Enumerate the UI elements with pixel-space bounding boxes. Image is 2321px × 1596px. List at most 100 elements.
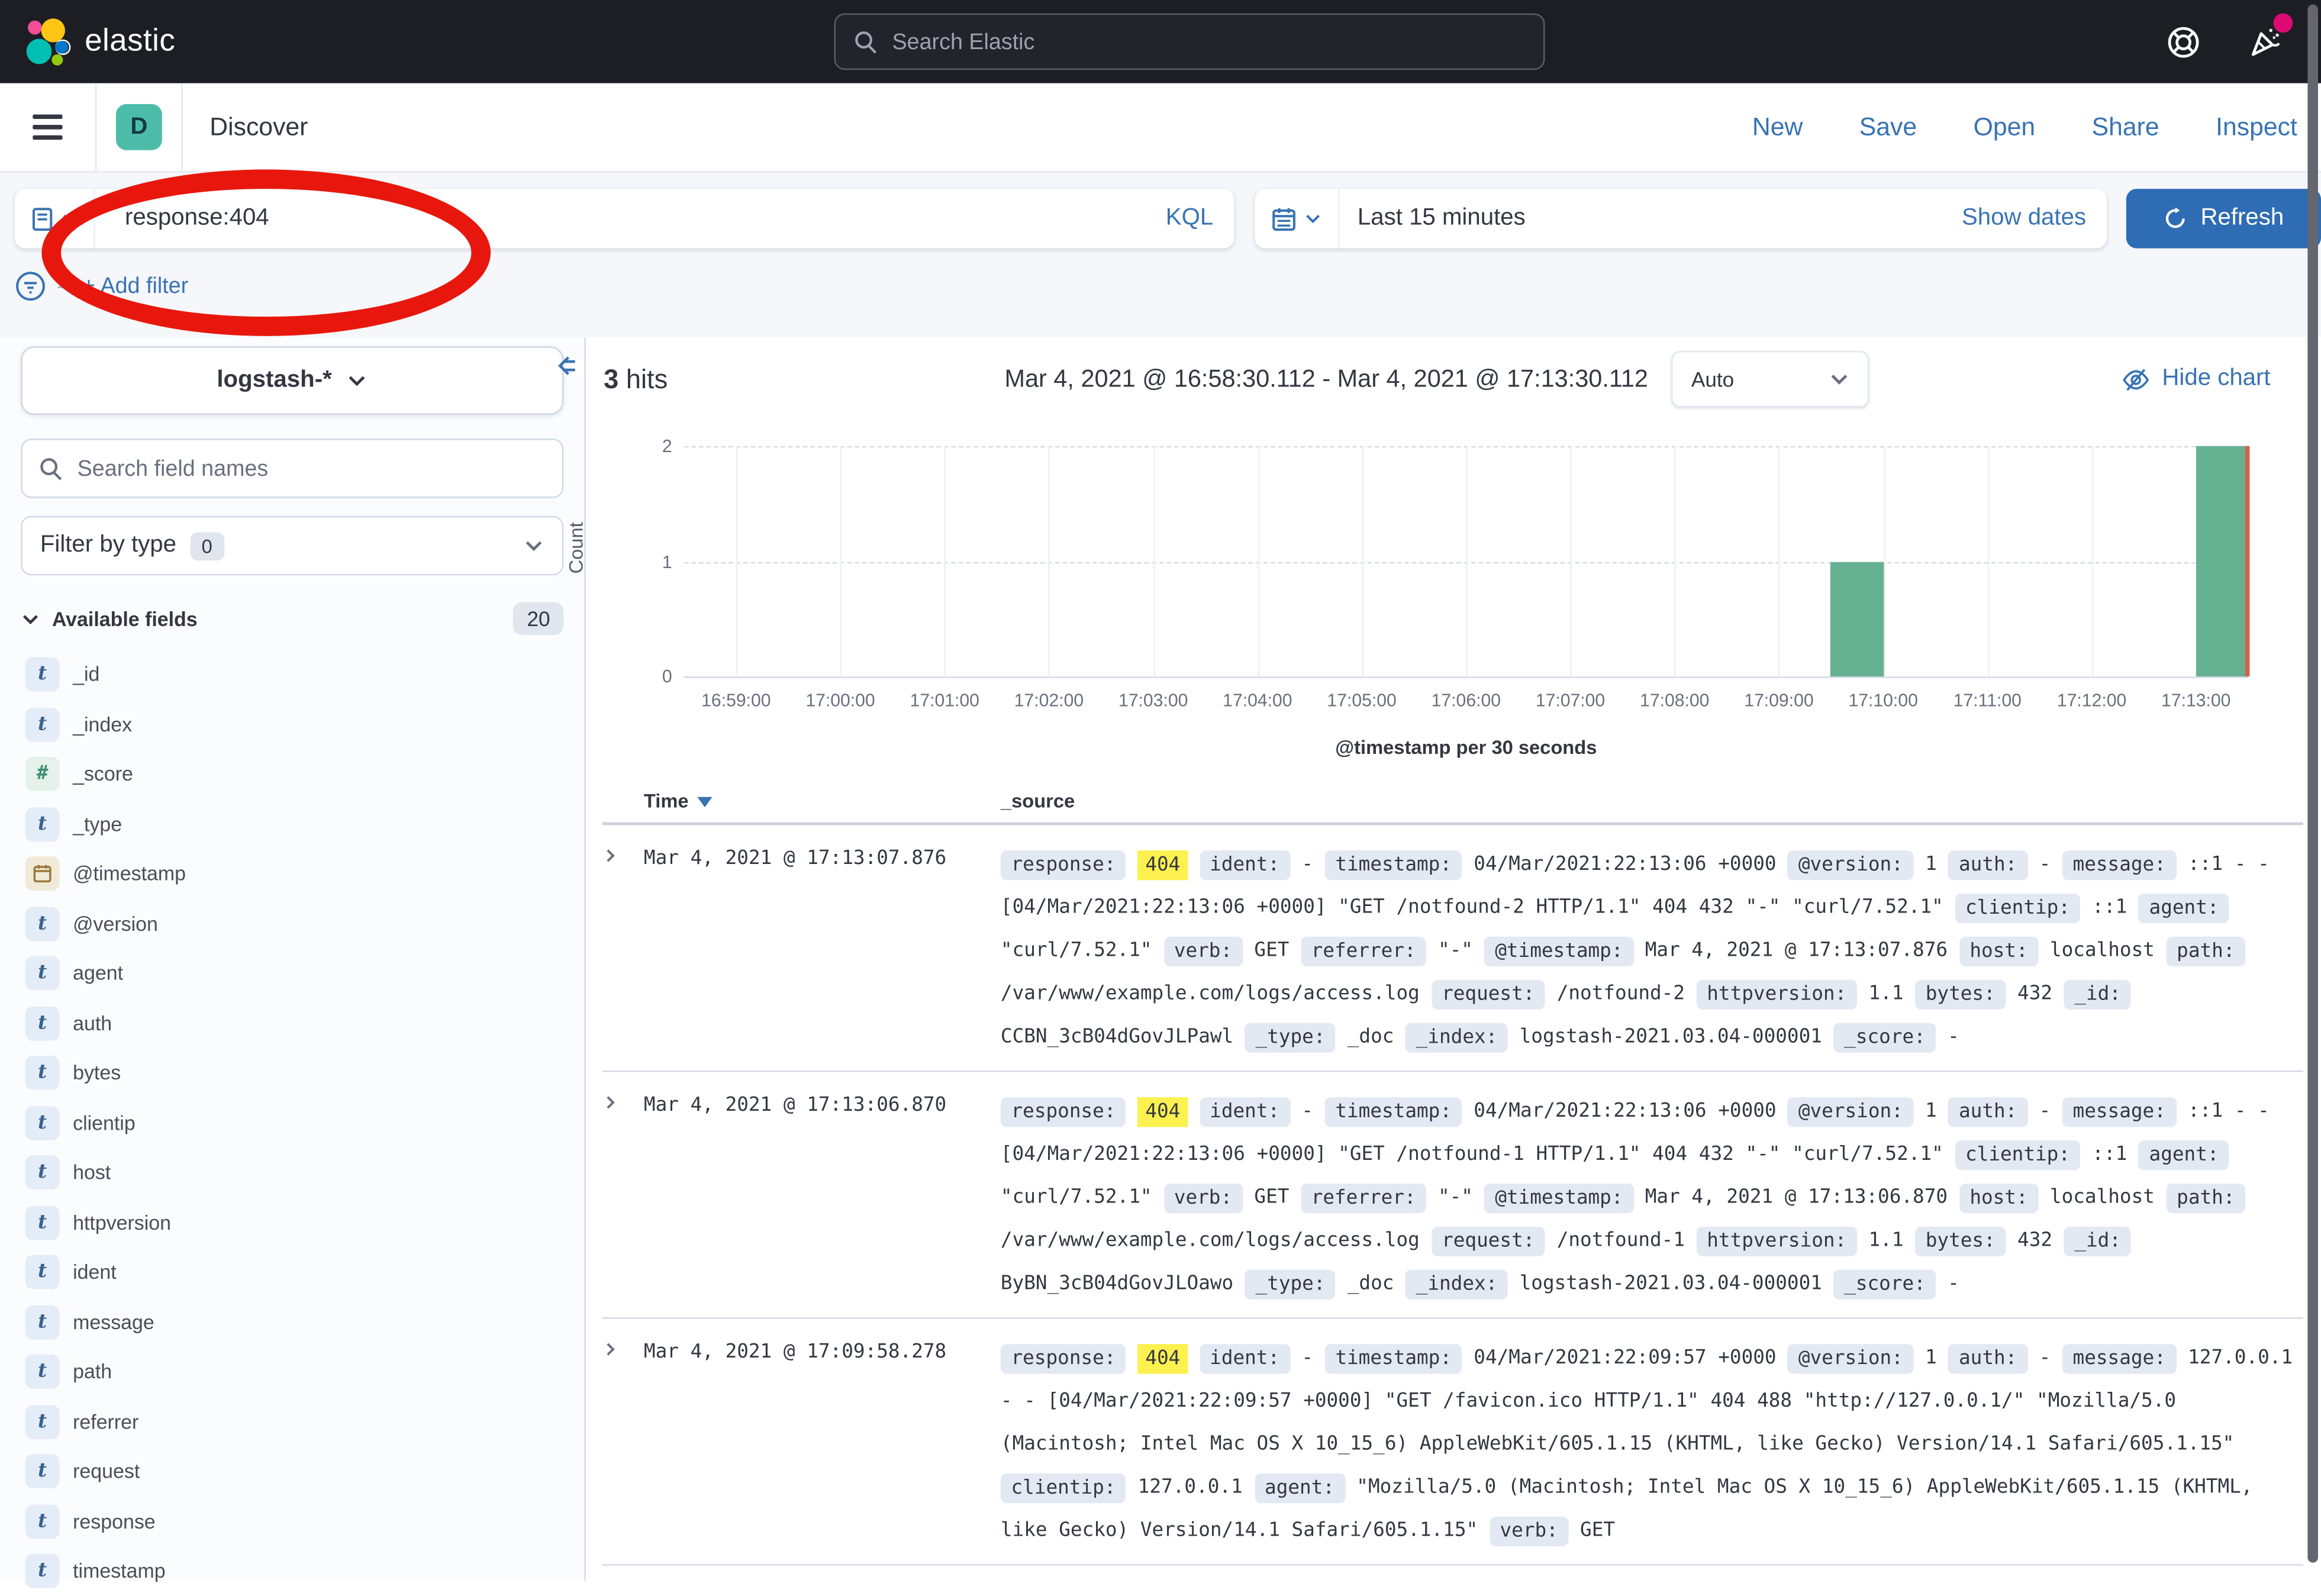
field-badge[interactable]: path: [2167, 936, 2246, 966]
field-badge[interactable]: verb: [1163, 1183, 1243, 1213]
field-badge[interactable]: _score: [1834, 1269, 1936, 1298]
collapse-sidebar-icon[interactable] [552, 352, 578, 379]
field-item-message[interactable]: tmessage [21, 1297, 563, 1347]
date-picker[interactable]: Last 15 minutes Show dates [1255, 189, 2107, 249]
expand-row-icon[interactable] [602, 843, 644, 1059]
nav-open-link[interactable]: Open [1974, 112, 2036, 142]
field-badge[interactable]: clientip: [1001, 1473, 1126, 1503]
refresh-button[interactable]: Refresh [2126, 189, 2321, 249]
field-item-request[interactable]: trequest [21, 1447, 563, 1497]
field-badge[interactable]: message: [2062, 850, 2177, 879]
global-search-input[interactable]: Search Elastic [834, 14, 1545, 70]
query-language-button[interactable]: KQL [1166, 205, 1234, 232]
available-fields-toggle[interactable]: Available fields 20 [21, 602, 563, 635]
field-item-agent[interactable]: tagent [21, 949, 563, 998]
field-badge[interactable]: _index: [1406, 1022, 1508, 1052]
field-badge[interactable]: httpversion: [1697, 1226, 1857, 1256]
field-badge[interactable]: auth: [1948, 1343, 2027, 1373]
filter-icon[interactable] [15, 270, 46, 302]
field-badge[interactable]: @version: [1788, 1343, 1913, 1373]
field-badge[interactable]: @timestamp: [1485, 1183, 1633, 1213]
sort-desc-icon[interactable] [698, 796, 713, 807]
field-item-auth[interactable]: tauth [21, 998, 563, 1048]
interval-select[interactable]: Auto [1672, 351, 1869, 407]
field-badge[interactable]: ident: [1200, 1343, 1290, 1373]
elastic-logo[interactable]: elastic [0, 17, 175, 67]
field-item-referrer[interactable]: treferrer [21, 1397, 563, 1446]
field-item-httpversion[interactable]: thttpversion [21, 1198, 563, 1247]
field-badge[interactable]: message: [2062, 1097, 2177, 1126]
field-badge[interactable]: auth: [1948, 850, 2027, 879]
nav-share-link[interactable]: Share [2092, 112, 2159, 142]
field-item-_id[interactable]: t_id [21, 650, 563, 699]
column-header-time[interactable]: Time [602, 789, 1001, 811]
field-badge[interactable]: timestamp: [1325, 1097, 1462, 1126]
field-badge[interactable]: _type: [1245, 1022, 1336, 1052]
field-badge[interactable]: @timestamp: [1485, 936, 1633, 966]
histogram-chart[interactable]: Count @timestamp per 30 seconds 01216:59… [586, 421, 2321, 766]
add-filter-link[interactable]: + Add filter [82, 273, 188, 299]
field-item-timestamp[interactable]: @timestamp [21, 849, 563, 899]
field-badge[interactable]: agent: [2139, 1140, 2229, 1169]
field-badge[interactable]: httpversion: [1697, 979, 1857, 1008]
menu-icon[interactable] [33, 108, 62, 146]
field-badge[interactable]: _id: [2064, 979, 2132, 1008]
field-badge[interactable]: referrer: [1301, 1183, 1426, 1213]
field-item-_score[interactable]: #_score [21, 749, 563, 799]
field-badge[interactable]: verb: [1490, 1516, 1569, 1545]
field-badge[interactable]: ident: [1200, 1097, 1290, 1126]
filter-by-type-select[interactable]: Filter by type 0 [21, 516, 563, 576]
field-badge[interactable]: bytes: [1915, 979, 2006, 1008]
nav-inspect-link[interactable]: Inspect [2216, 112, 2297, 142]
field-badge[interactable]: referrer: [1301, 936, 1426, 966]
index-pattern-select[interactable]: logstash-* [21, 346, 563, 415]
field-badge[interactable]: message: [2062, 1343, 2177, 1373]
field-item-_type[interactable]: t_type [21, 799, 563, 849]
field-badge[interactable]: path: [2167, 1183, 2246, 1213]
field-badge[interactable]: ident: [1200, 850, 1290, 879]
field-badge[interactable]: _score: [1834, 1022, 1936, 1052]
field-badge[interactable]: host: [1959, 1183, 2039, 1213]
expand-row-icon[interactable] [602, 1337, 644, 1552]
field-badge[interactable]: response: [1001, 850, 1126, 879]
field-badge[interactable]: @version: [1788, 1097, 1913, 1126]
field-item-clientip[interactable]: tclientip [21, 1098, 563, 1147]
hide-chart-link[interactable]: Hide chart [2122, 365, 2271, 394]
field-badge[interactable]: verb: [1163, 936, 1243, 966]
field-item-response[interactable]: tresponse [21, 1497, 563, 1546]
field-item-host[interactable]: thost [21, 1148, 563, 1198]
field-badge[interactable]: request: [1432, 1226, 1546, 1256]
field-badge[interactable]: _index: [1406, 1269, 1508, 1298]
help-icon[interactable] [2165, 23, 2202, 60]
field-badge[interactable]: @version: [1788, 850, 1913, 879]
field-item-version[interactable]: t@version [21, 899, 563, 949]
field-search-input[interactable]: Search field names [21, 439, 563, 498]
field-badge[interactable]: auth: [1948, 1097, 2027, 1126]
field-badge[interactable]: bytes: [1915, 1226, 2006, 1256]
histogram-bar[interactable] [1831, 561, 1883, 676]
field-badge[interactable]: agent: [1254, 1473, 1345, 1503]
whats-new-button[interactable] [2246, 22, 2285, 61]
histogram-bar[interactable] [2196, 446, 2248, 676]
field-badge[interactable]: timestamp: [1325, 1343, 1462, 1373]
field-item-bytes[interactable]: tbytes [21, 1048, 563, 1098]
time-range-value[interactable]: Last 15 minutes [1340, 205, 1962, 232]
field-badge[interactable]: _id: [2064, 1226, 2132, 1256]
field-badge[interactable]: request: [1432, 979, 1546, 1008]
query-text[interactable]: response:404 [95, 205, 1166, 232]
field-badge[interactable]: response: [1001, 1097, 1126, 1126]
field-badge[interactable]: host: [1959, 936, 2039, 966]
query-input[interactable]: response:404 KQL [15, 189, 1234, 249]
field-badge[interactable]: clientip: [1955, 893, 2080, 923]
discover-app-badge[interactable]: D [116, 104, 162, 150]
nav-new-link[interactable]: New [1752, 112, 1803, 142]
field-badge[interactable]: timestamp: [1325, 850, 1462, 879]
nav-save-link[interactable]: Save [1859, 112, 1917, 142]
saved-query-menu-button[interactable] [15, 189, 95, 249]
vertical-scrollbar[interactable] [2307, 5, 2318, 1563]
field-item-_index[interactable]: t_index [21, 699, 563, 749]
field-item-path[interactable]: tpath [21, 1347, 563, 1397]
field-badge[interactable]: _type: [1245, 1269, 1336, 1298]
field-badge[interactable]: clientip: [1955, 1140, 2080, 1169]
field-item-ident[interactable]: tident [21, 1247, 563, 1297]
